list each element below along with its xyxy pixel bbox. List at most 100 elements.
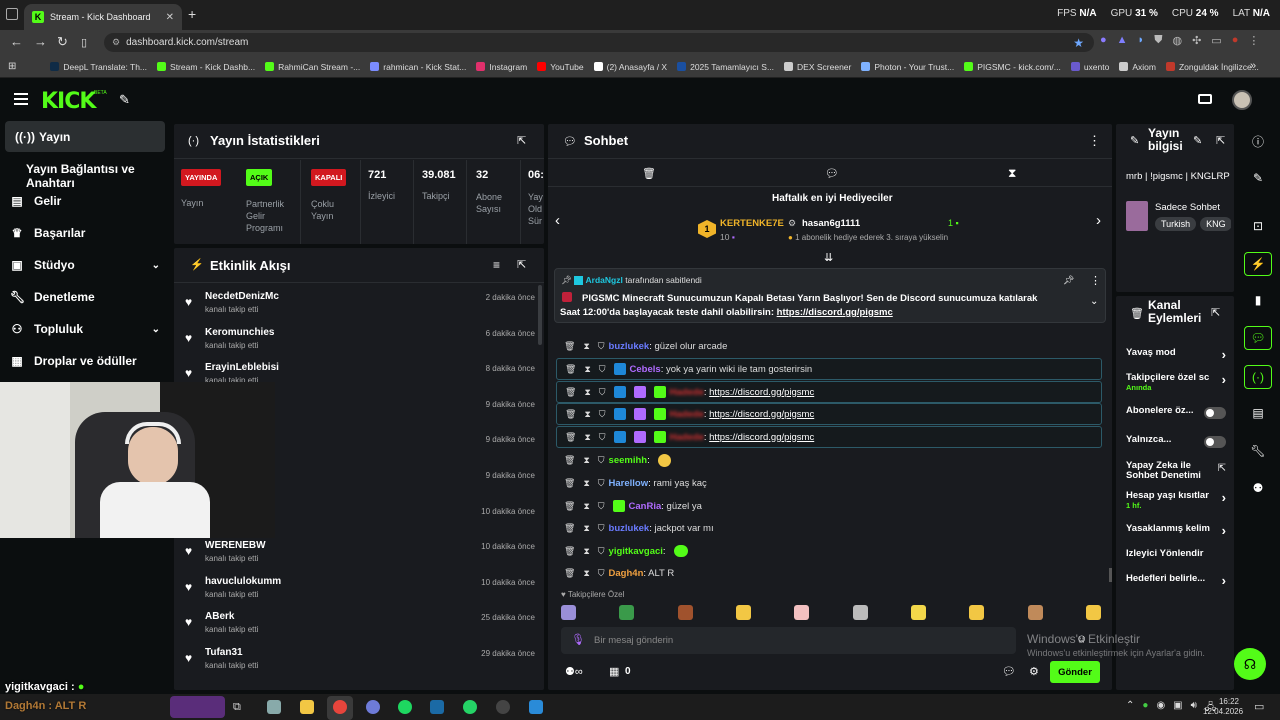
sidebar-item-topluluk[interactable]: ⚇ Topluluk ⌄ [10,322,160,336]
activity-username[interactable]: Keromunchies [205,327,274,338]
emote-icon[interactable] [1085,605,1101,620]
activity-username[interactable]: NecdetDenizMc [205,291,279,302]
chrome-icon[interactable] [333,700,347,714]
emote-icon[interactable] [677,605,693,620]
pinned-link[interactable]: https://discord.gg/pigsmc [777,307,893,318]
hourglass-tab-icon[interactable]: ⧗ [1008,166,1016,181]
activity-scrollbar[interactable] [538,285,542,345]
sidebar-item-stream-key[interactable]: Yayın Bağlantısı ve Anahtarı [26,162,172,190]
emote-icon[interactable] [735,605,751,620]
channel-action-item[interactable]: Hedefleri belirle... › [1126,573,1226,588]
extension-icon[interactable]: ▲ [1117,34,1128,47]
bookmark-item[interactable]: DEX Screener [784,62,851,72]
info-icon[interactable]: ⓘ [1244,129,1272,153]
chat-username[interactable]: Hadede [670,387,704,398]
bookmark-item[interactable]: Photon - Your Trust... [861,62,954,72]
activity-row[interactable]: ♥ NecdetDenizMc kanalı takip etti 2 dakika … [185,291,535,326]
emote-icon[interactable] [969,605,985,620]
bookmark-item[interactable]: DeepL Translate: Th... [50,62,147,72]
file-explorer-icon[interactable] [300,700,314,714]
trash-icon[interactable]: 🗑︎ [564,478,575,489]
tray-app-icon[interactable]: ◉ [1156,700,1165,717]
kick-logo[interactable]: KICK [41,89,96,114]
capture-icon[interactable]: ⊡ [1244,214,1272,238]
sidebar-item-denetleme[interactable]: 🔧︎ Denetleme [10,290,95,304]
followers-infinity-icon[interactable]: ⚉∞ [565,665,583,678]
bookmark-star-icon[interactable]: ★ [1073,36,1084,50]
extension-icon[interactable]: ⛊ [1154,34,1162,47]
chat-message[interactable]: 🗑︎ ⧗ ⛉ CanRia: güzel ya [556,495,1102,517]
bookmark-item[interactable]: RahmiCan Stream -... [265,62,360,72]
chat-username[interactable]: buzlukek [609,341,650,352]
timeout-hourglass-icon[interactable]: ⧗ [583,546,589,557]
channel-action-item[interactable]: Yasaklanmış kelim › [1126,523,1226,538]
channel-action-item[interactable]: Takipçilere özel sc Anında › [1126,372,1226,392]
taskbar-app-icon[interactable] [529,700,543,714]
pin-tool-icon[interactable]: ✎ [119,92,130,108]
chat-tab-icon[interactable]: 💬︎ [825,167,839,180]
chat-username[interactable]: seemihh [609,455,648,466]
chat-username[interactable]: Cebels [630,364,661,375]
chat-username[interactable]: Hadede [670,432,704,443]
emote-icon[interactable] [794,605,810,620]
url-field[interactable]: ⚙ dashboard.kick.com/stream ★ [104,33,1094,52]
document-icon[interactable]: ▮ [1244,288,1272,312]
popout-icon[interactable]: ⇱ [517,134,526,147]
apps-grid-icon[interactable]: ⊞ [8,61,16,72]
clock[interactable]: 16:22 12.04.2026 [1203,697,1243,717]
sidebar-item-studyo[interactable]: ▣ Stüdyo ⌄ [10,258,160,272]
channel-action-item[interactable]: Hesap yaşı kısıtlar 1 hf. › [1126,490,1226,510]
chat-username[interactable]: Dagh4n [609,568,644,579]
activity-row[interactable]: ♥ Keromunchies kanalı takip etti 6 dakika ö… [185,327,535,362]
activity-username[interactable]: ErayinLeblebisi [205,362,279,373]
chat-message[interactable]: 🗑︎ ⧗ ⛉ buzlukek: jackpot var mı [556,517,1102,539]
chat-text[interactable]: https://discord.gg/pigsmc [709,387,814,398]
taskbar-app-icon[interactable] [267,700,281,714]
bookmarks-overflow-icon[interactable]: » [1250,60,1256,72]
user-avatar[interactable] [1232,90,1252,110]
extensions-puzzle-icon[interactable]: ✣ [1192,34,1201,47]
tab-close-icon[interactable]: ✕ [166,12,174,23]
chat-text[interactable]: https://discord.gg/pigsmc [709,432,814,443]
notification-icon[interactable]: ▭ [1254,700,1264,713]
popout-icon[interactable]: ⇱ [1216,134,1225,147]
wallet-icon[interactable] [1198,94,1212,104]
trash-icon[interactable]: 🗑︎ [564,501,575,512]
send-button[interactable]: Gönder [1050,661,1100,683]
emote-icon[interactable] [561,605,576,620]
timeout-hourglass-icon[interactable]: ⧗ [583,341,589,352]
obs-icon[interactable] [496,700,510,714]
filter-icon[interactable]: ≡ [493,258,500,272]
timeout-hourglass-icon[interactable]: ⧗ [583,455,589,466]
emote-icon[interactable] [852,605,868,620]
tray-chevron-icon[interactable]: ⌃ [1126,700,1134,717]
trash-icon[interactable]: 🗑︎ [565,409,576,420]
emote-icon[interactable] [910,605,926,620]
chat-username[interactable]: buzlukek [609,523,650,534]
tag-chip[interactable]: Turkish [1155,217,1197,231]
tray-app-icon[interactable]: ▣ [1173,700,1182,717]
emote-icon[interactable] [619,605,635,620]
timeout-hourglass-icon[interactable]: ⧗ [583,523,589,534]
chat-message[interactable]: 🗑︎ ⧗ ⛉ Hadede: https://discord.gg/pigsmc [556,381,1102,403]
wallet-icon[interactable]: ▤ [1244,401,1272,425]
activity-username[interactable]: Tufan31 [205,647,243,658]
forward-icon[interactable]: → [34,34,47,49]
timeout-hourglass-icon[interactable]: ⧗ [583,501,589,512]
browser-tab[interactable]: K Stream - Kick Dashboard ✕ [24,4,182,30]
chat-text[interactable]: https://discord.gg/pigsmc [709,409,814,420]
recent-gifter-name[interactable]: hasan6g1111 [802,218,860,229]
activity-row[interactable]: ♥ WERENEBW kanalı takip etti 10 dakika önce [185,540,535,575]
bookmark-item[interactable]: (2) Anasayfa / X [593,62,667,72]
channel-action-item[interactable]: Yalnızca... [1126,435,1226,448]
top-gifter-name[interactable]: KERTENKE7E [720,218,784,229]
chat-username[interactable]: yigitkavgaci [609,546,663,557]
trash-tab-icon[interactable]: 🗑︎ [642,167,656,180]
chat-message[interactable]: 🗑︎ ⧗ ⛉ Hadede: https://discord.gg/pigsmc [556,403,1102,425]
support-headset-icon[interactable]: ☊ [1234,648,1266,680]
trash-icon[interactable]: 🗑︎ [564,455,575,466]
gear-icon[interactable]: ⚙ [1029,665,1039,678]
tray-status-icon[interactable]: ● [1142,700,1148,717]
trash-icon[interactable]: 🗑︎ [565,432,576,443]
collapse-arrow-icon[interactable]: ⇊ [824,251,833,264]
